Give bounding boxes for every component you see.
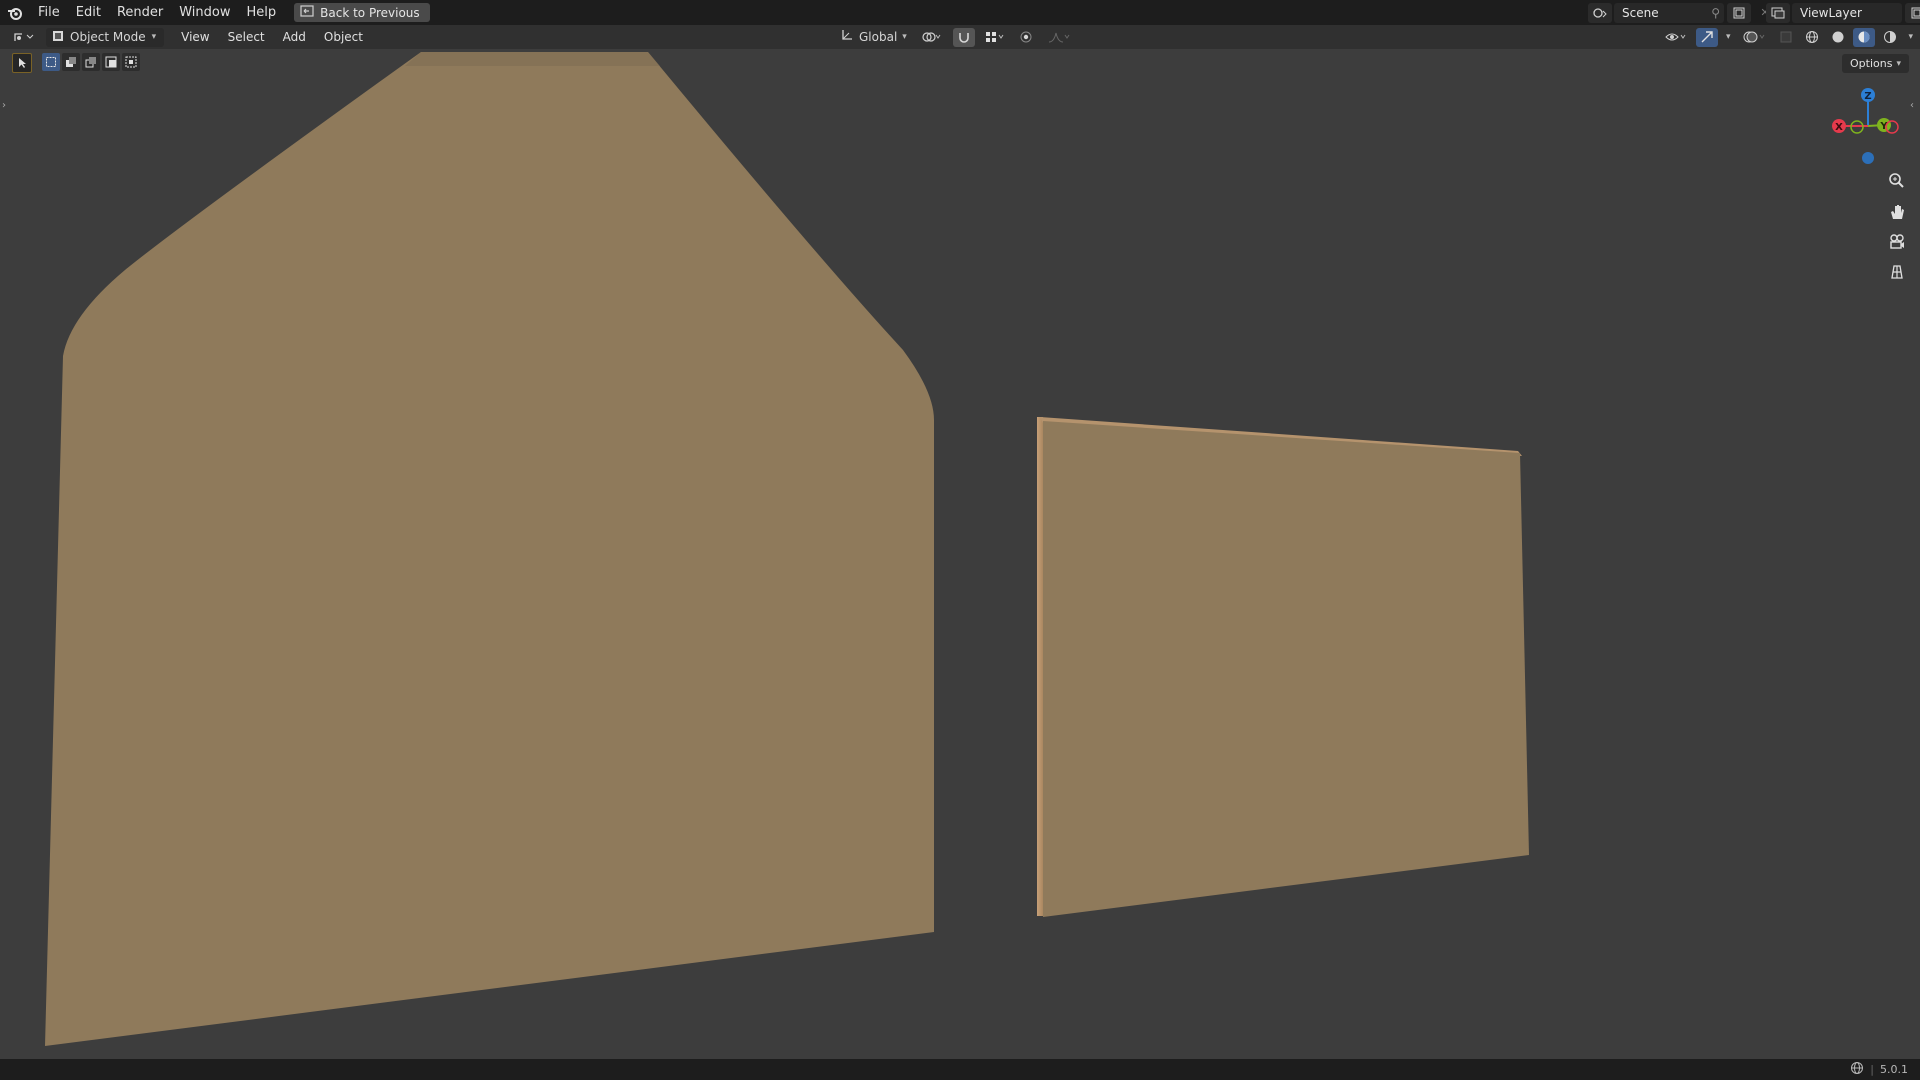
gizmo-toggle-icon[interactable]	[1696, 27, 1718, 47]
overlays-toggle-icon[interactable]	[1739, 28, 1771, 47]
pivot-point-dropdown[interactable]	[917, 28, 947, 47]
falloff-dropdown[interactable]	[1043, 28, 1075, 47]
zoom-icon[interactable]	[1883, 167, 1911, 195]
selection-mode-tools	[12, 53, 140, 73]
scene-selector: Scene ⚲ ✕	[1588, 2, 1779, 23]
select-subtract-icon[interactable]	[82, 53, 100, 71]
scene-name-field[interactable]: Scene ⚲	[1614, 2, 1724, 23]
new-view-layer-icon[interactable]	[1905, 2, 1920, 23]
blender-logo-icon[interactable]	[0, 0, 30, 25]
rendered-shading-icon[interactable]	[1879, 28, 1901, 47]
chevron-down-icon: ▾	[1896, 58, 1901, 69]
x-axis-label: X	[1835, 122, 1843, 133]
large-mesh-object[interactable]	[45, 52, 934, 1046]
navigation-gizmo[interactable]: Z Y X	[1822, 80, 1912, 170]
view-layer-selector: ViewLayer ✕	[1766, 2, 1920, 23]
orientation-dropdown[interactable]: Global ▾	[836, 28, 911, 47]
select-new-icon[interactable]	[42, 53, 60, 71]
status-bar: | 5.0.1	[0, 1059, 1920, 1080]
material-preview-shading-icon[interactable]	[1852, 27, 1875, 47]
chevron-down-icon: ▾	[151, 32, 157, 42]
toolbar-expand-arrow-icon[interactable]: ›	[2, 100, 10, 114]
orthographic-grid-icon[interactable]	[1883, 258, 1911, 286]
select-invert-icon[interactable]	[102, 53, 120, 71]
scene-name: Scene	[1622, 5, 1659, 20]
small-panel-edge	[1037, 417, 1043, 916]
menu-help[interactable]: Help	[239, 0, 285, 25]
menu-render[interactable]: Render	[109, 0, 171, 25]
object-mode-dropdown[interactable]: Object Mode ▾	[46, 27, 165, 47]
neg-z-axis-handle[interactable]	[1862, 152, 1874, 164]
options-label: Options	[1850, 57, 1893, 70]
transform-tools: Global ▾	[836, 27, 1075, 47]
new-scene-icon[interactable]	[1727, 2, 1751, 23]
chevron-down-icon: ▾	[902, 32, 907, 42]
visibility-dropdown[interactable]	[1660, 28, 1692, 47]
xray-toggle-icon[interactable]	[1775, 28, 1797, 47]
orientation-axes-icon	[840, 28, 854, 46]
viewport-display-tools: ▾ ▾	[1660, 27, 1917, 47]
menu-select[interactable]: Select	[219, 25, 274, 49]
small-panel-mesh-object[interactable]	[1043, 421, 1529, 917]
select-extend-icon[interactable]	[62, 53, 80, 71]
view-layer-name: ViewLayer	[1800, 5, 1862, 20]
snap-target-dropdown[interactable]	[981, 28, 1009, 47]
proportional-editing-icon[interactable]	[1015, 28, 1037, 47]
viewport-header: Object Mode ▾ View Select Add Object Glo…	[0, 25, 1920, 49]
large-mesh-top-shadow	[405, 52, 660, 66]
menu-view[interactable]: View	[172, 25, 218, 49]
z-axis-label: Z	[1864, 91, 1871, 102]
select-cursor-icon[interactable]	[12, 53, 32, 73]
orientation-label: Global	[859, 30, 898, 44]
pan-hand-icon[interactable]	[1883, 198, 1911, 226]
menu-edit[interactable]: Edit	[68, 0, 109, 25]
editor-type-icon[interactable]	[8, 28, 38, 47]
menu-add[interactable]: Add	[274, 25, 315, 49]
snap-toggle-icon[interactable]	[952, 27, 975, 47]
scene-browse-icon[interactable]	[1588, 2, 1612, 23]
camera-view-icon[interactable]	[1883, 228, 1911, 256]
status-separator: |	[1870, 1063, 1874, 1076]
viewport-canvas[interactable]	[0, 49, 1920, 1059]
options-dropdown[interactable]: Options ▾	[1842, 54, 1909, 73]
solid-shading-icon[interactable]	[1827, 28, 1849, 47]
top-menu-bar: File Edit Render Window Help Back to Pre…	[0, 0, 1920, 25]
back-to-previous-label: Back to Previous	[320, 5, 420, 20]
gizmo-dropdown[interactable]: ▾	[1722, 28, 1735, 47]
back-arrow-icon	[300, 5, 314, 20]
view-layer-name-field[interactable]: ViewLayer	[1792, 2, 1902, 23]
wireframe-shading-icon[interactable]	[1801, 28, 1823, 47]
shading-dropdown[interactable]: ▾	[1905, 28, 1918, 47]
menu-file[interactable]: File	[30, 0, 68, 25]
globe-icon	[1850, 1061, 1864, 1078]
select-intersect-icon[interactable]	[122, 53, 140, 71]
menu-object[interactable]: Object	[315, 25, 372, 49]
pin-icon[interactable]: ⚲	[1711, 6, 1720, 20]
version-label: 5.0.1	[1880, 1063, 1908, 1076]
menu-window[interactable]: Window	[171, 0, 238, 25]
view-layer-browse-icon[interactable]	[1766, 2, 1790, 23]
object-mode-icon	[52, 30, 64, 45]
object-mode-label: Object Mode	[70, 30, 146, 44]
back-to-previous-button[interactable]: Back to Previous	[294, 3, 430, 22]
